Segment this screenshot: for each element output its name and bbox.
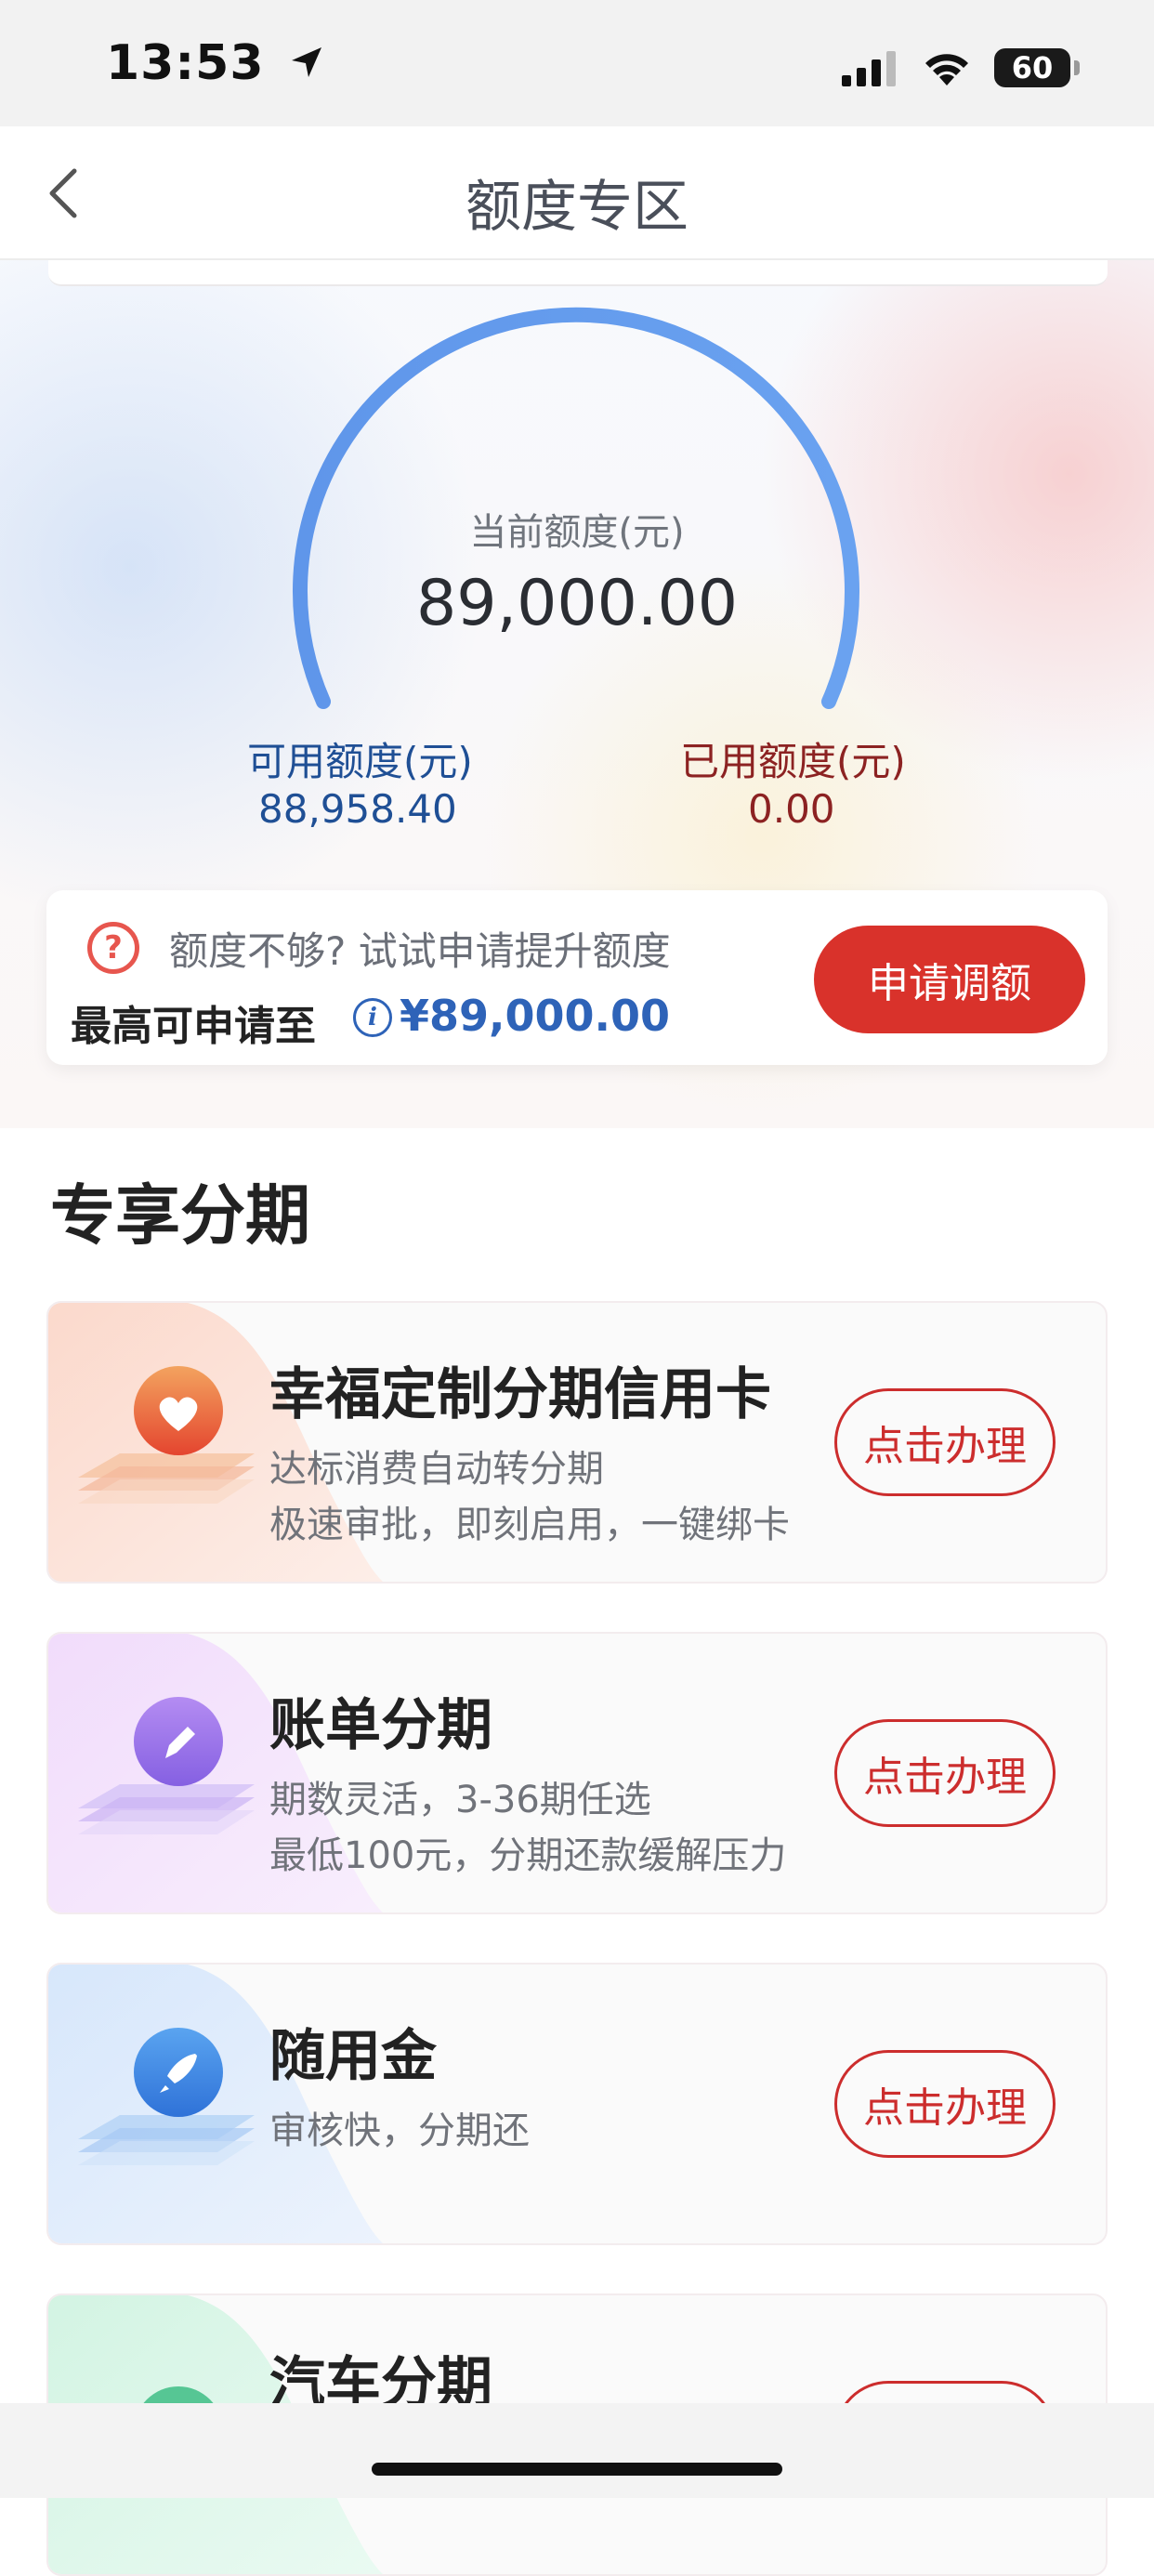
signal-icon [842,51,896,86]
home-indicator-area [0,2403,1154,2498]
limit-panel: 当前额度(元) 89,000.00 可用额度(元) 88,958.40 已用额度… [0,260,1154,1128]
current-limit-value: 89,000.00 [415,567,739,640]
used-limit-label: 已用额度(元) [680,739,906,784]
product-desc-2: 最低100元，分期还款缓解压力 [269,1834,787,1877]
product-desc-1: 审核快，分期还 [269,2109,530,2152]
info-icon[interactable]: i [353,998,392,1037]
product-desc-2: 极速审批，即刻启用，一键绑卡 [269,1504,790,1546]
max-limit-value: ¥89,000.00 [400,991,671,1041]
current-limit-label: 当前额度(元) [469,511,685,554]
product-card-happiness[interactable]: 幸福定制分期信用卡 达标消费自动转分期 极速审批，即刻启用，一键绑卡 点击办理 [46,1301,1108,1584]
pencil-icon [78,1697,255,1834]
max-limit-label: 最高可申请至 [71,1003,316,1050]
product-desc-1: 期数灵活，3-36期任选 [269,1779,651,1821]
upgrade-card: ? 额度不够? 试试申请提升额度 最高可申请至 i ¥89,000.00 申请调… [46,890,1108,1065]
nav-bar: 额度专区 [0,126,1154,260]
question-icon: ? [87,922,139,974]
product-card-flexible-cash[interactable]: 随用金 审核快，分期还 点击办理 [46,1963,1108,2245]
status-icons: 60 [840,45,1080,91]
apply-adjust-button[interactable]: 申请调额 [814,926,1085,1033]
home-indicator[interactable] [372,2463,782,2476]
available-limit-label: 可用额度(元) [247,739,473,784]
apply-now-button[interactable]: 点击办理 [834,1719,1056,1827]
status-bar: 13:53 60 [0,0,1154,126]
product-card-bill-installment[interactable]: 账单分期 期数灵活，3-36期任选 最低100元，分期还款缓解压力 点击办理 [46,1632,1108,1914]
apply-now-button[interactable]: 点击办理 [834,1388,1056,1496]
heart-icon [78,1366,255,1504]
rocket-icon [78,2028,255,2165]
product-title: 账单分期 [269,1693,492,1758]
status-time-text: 13:53 [106,35,265,91]
upgrade-prompt: 额度不够? 试试申请提升额度 [169,928,671,974]
product-title: 幸福定制分期信用卡 [269,1362,771,1427]
status-time: 13:53 [106,35,325,91]
location-arrow-icon [291,47,321,77]
page-title: 额度专区 [466,175,688,240]
product-title: 随用金 [269,2024,437,2089]
section-title: 专享分期 [50,1177,310,1254]
apply-now-button[interactable]: 点击办理 [834,2050,1056,2158]
battery-icon: 60 [994,48,1080,87]
available-limit-value: 88,958.40 [258,786,457,832]
used-limit-value: 0.00 [748,786,835,832]
product-desc-1: 达标消费自动转分期 [269,1448,604,1491]
battery-level: 60 [1011,50,1054,85]
wifi-icon [925,54,968,85]
